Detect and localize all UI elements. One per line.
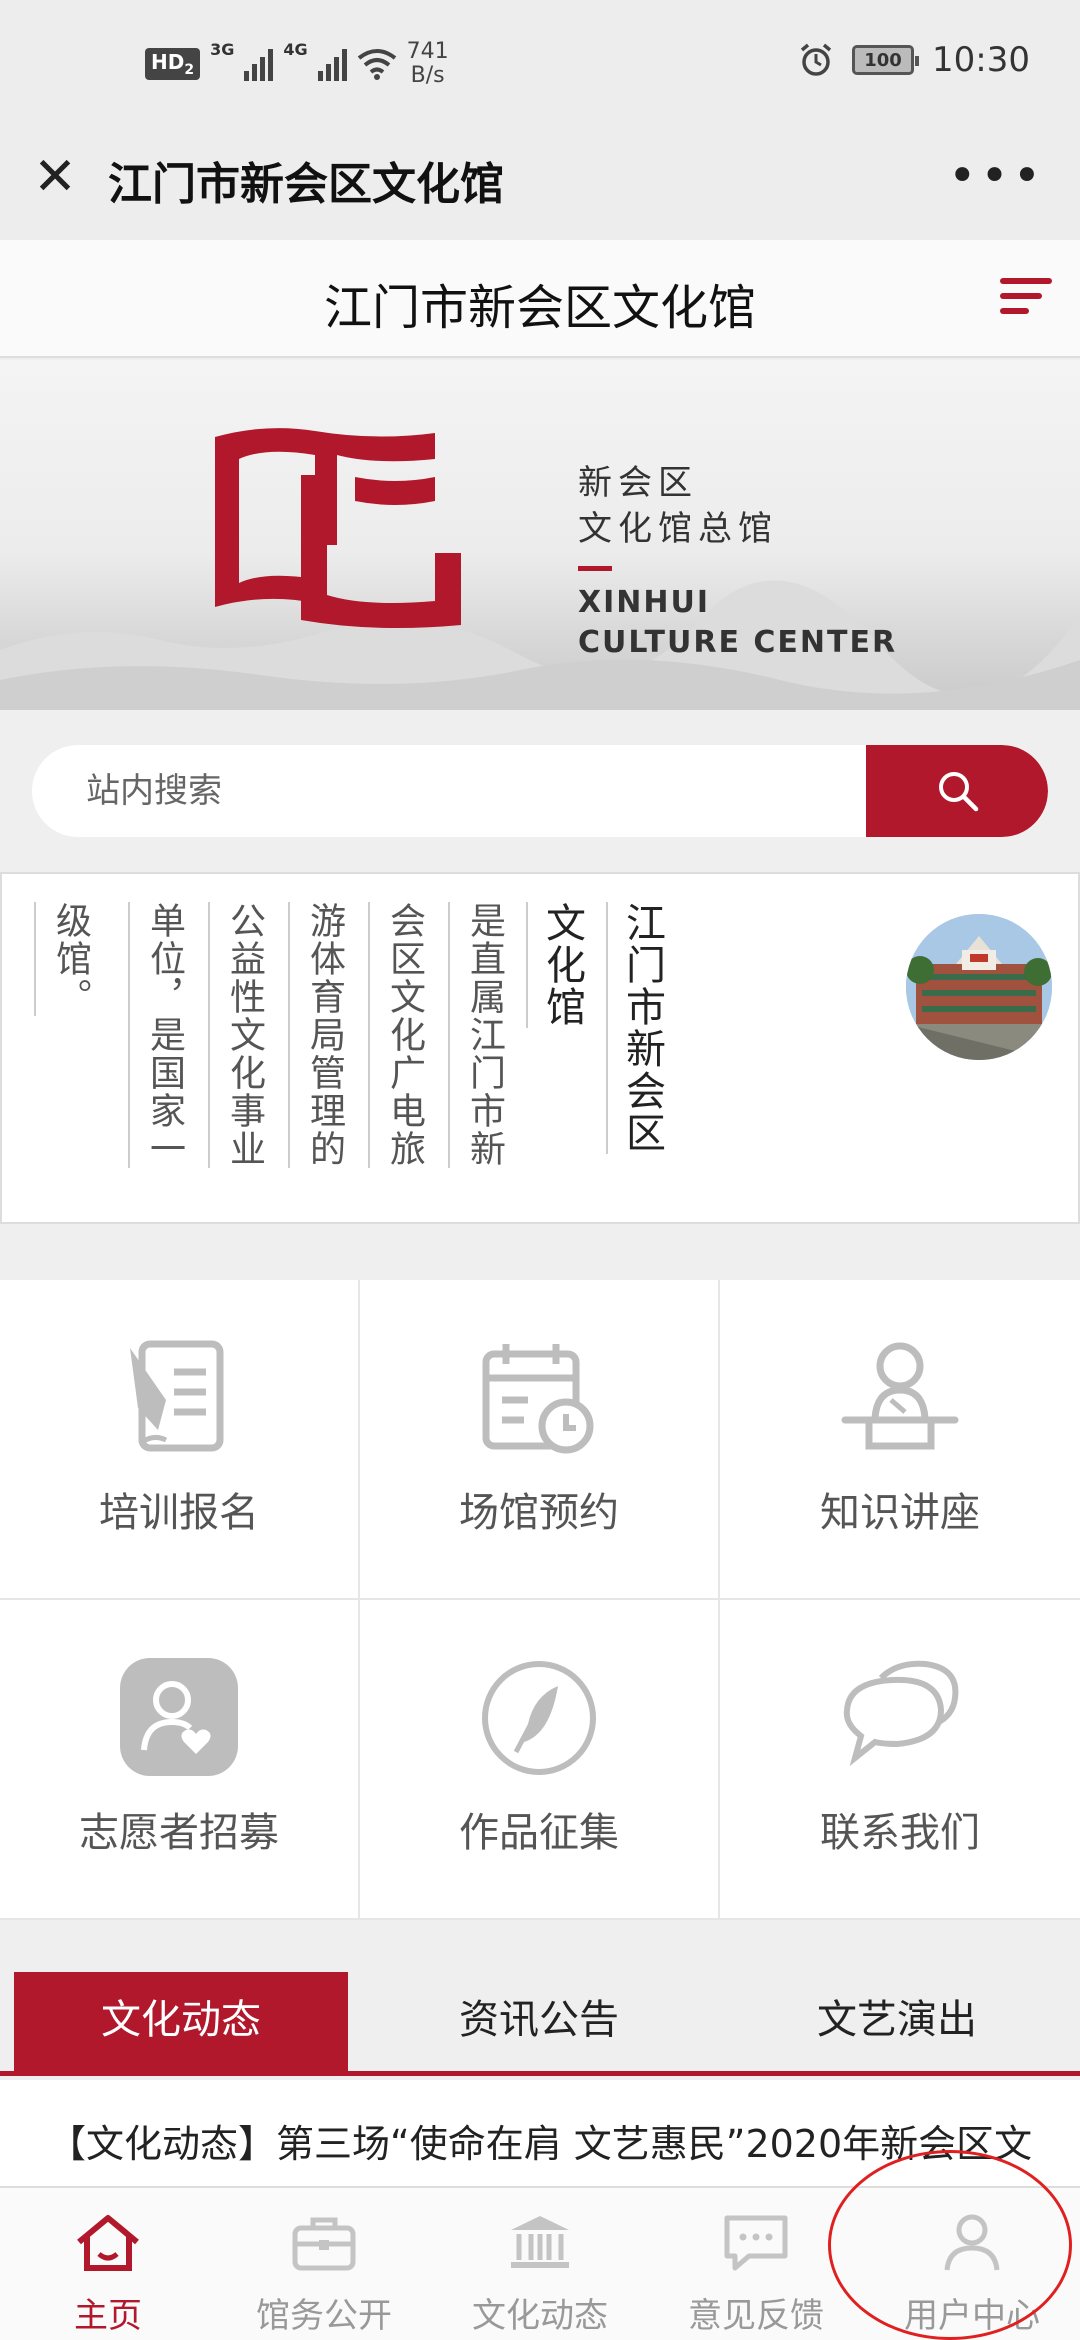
grid-item-label: 志愿者招募 — [79, 1810, 279, 1856]
wechat-title-bar: ✕ 江门市新会区文化馆 ••• — [0, 130, 1080, 240]
search-bar — [32, 745, 1048, 837]
intro-column: 公益性文化事业 — [208, 902, 266, 1168]
nav-item-home[interactable]: 主页 — [0, 2188, 216, 2340]
search-icon — [939, 772, 979, 812]
hd-badge: HD2 — [145, 48, 201, 80]
hero-banner: 新会区 文化馆总馆 XINHUI CULTURE CENTER — [0, 360, 1080, 710]
logo-divider — [578, 566, 612, 571]
intro-card[interactable]: 江门市新会区 文化馆 是直属江门市新 会区文化广电旅 游体育局管理的 公益性文化… — [0, 872, 1080, 1224]
intro-column: 游体育局管理的 — [288, 902, 346, 1168]
intro-column: 单位，是国家一 — [128, 902, 186, 1168]
clock: 10:30 — [932, 40, 1030, 80]
grid-item-label: 作品征集 — [459, 1810, 619, 1856]
volunteer-icon — [120, 1658, 238, 1776]
nav-label: 馆务公开 — [256, 2296, 392, 2336]
grid-item-lecture[interactable]: 知识讲座 — [720, 1280, 1080, 1600]
tab-announcements[interactable]: 资讯公告 — [372, 1972, 706, 2072]
intro-column: 会区文化广电旅 — [368, 902, 426, 1168]
grid-item-label: 场馆预约 — [459, 1490, 619, 1536]
logo-cn-line2: 文化馆总馆 — [578, 509, 778, 549]
user-icon — [944, 2214, 1000, 2271]
grid-item-works-collection[interactable]: 作品征集 — [360, 1600, 720, 1920]
briefcase-icon — [292, 2217, 356, 2271]
venue-booking-icon — [482, 1344, 594, 1454]
nav-label: 文化动态 — [472, 2296, 608, 2336]
signal-icon — [244, 47, 274, 81]
intro-column: 文化馆 — [526, 902, 585, 1028]
status-bar: HD2 3G 4G 741 B/s 100 10:30 — [0, 0, 1080, 130]
grid-item-contact-us[interactable]: 联系我们 — [720, 1600, 1080, 1920]
tab-culture-news[interactable]: 文化动态 — [14, 1972, 348, 2072]
network-3g-label: 3G — [210, 40, 235, 59]
culture-center-logo — [215, 428, 461, 629]
training-signup-icon — [130, 1340, 224, 1452]
mountain-backdrop — [0, 580, 1080, 710]
intro-column: 是直属江门市新 — [448, 902, 506, 1168]
search-input[interactable] — [32, 745, 862, 837]
logo-en-line2: CULTURE CENTER — [578, 625, 898, 660]
search-button[interactable] — [866, 745, 1048, 837]
more-options-icon[interactable]: ••• — [948, 148, 1045, 204]
intro-column: 江门市新会区 — [606, 902, 665, 1154]
site-title: 江门市新会区文化馆 — [323, 280, 756, 336]
grid-item-venue-booking[interactable]: 场馆预约 — [360, 1280, 720, 1600]
museum-icon — [511, 2216, 569, 2268]
network-4g-label: 4G — [283, 40, 308, 59]
alarm-icon — [800, 43, 832, 76]
site-header: 江门市新会区文化馆 — [0, 240, 1080, 358]
wifi-icon — [357, 49, 396, 80]
tab-performances[interactable]: 文艺演出 — [730, 1972, 1064, 2072]
logo-text: 新会区 文化馆总馆 XINHUI CULTURE CENTER — [578, 460, 897, 663]
nav-label: 主页 — [74, 2296, 142, 2336]
nav-item-feedback[interactable]: 意见反馈 — [648, 2188, 864, 2340]
grid-item-volunteer[interactable]: 志愿者招募 — [0, 1600, 360, 1920]
signal-icon — [317, 47, 347, 81]
nav-item-culture[interactable]: 文化动态 — [432, 2188, 648, 2340]
lecture-icon — [841, 1342, 959, 1450]
grid-item-training-signup[interactable]: 培训报名 — [0, 1280, 360, 1600]
message-icon — [724, 2215, 788, 2271]
venue-photo — [906, 914, 1052, 1060]
feather-icon — [482, 1661, 596, 1775]
menu-icon[interactable] — [1000, 278, 1052, 320]
nav-label: 意见反馈 — [688, 2296, 824, 2336]
status-left: HD2 3G 4G 741 B/s — [145, 40, 449, 88]
grid-item-label: 知识讲座 — [820, 1490, 980, 1536]
nav-label: 用户中心 — [904, 2296, 1040, 2336]
news-tabs: 文化动态 资讯公告 文艺演出 — [0, 1972, 1080, 2076]
home-icon — [77, 2215, 139, 2271]
intro-column: 级馆。 — [34, 902, 92, 1016]
network-speed: 741 B/s — [406, 39, 449, 88]
wechat-page-title: 江门市新会区文化馆 — [108, 159, 504, 210]
nav-item-affairs[interactable]: 馆务公开 — [216, 2188, 432, 2340]
nav-item-user-center[interactable]: 用户中心 — [864, 2188, 1080, 2340]
chat-bubbles-icon — [843, 1660, 959, 1767]
battery-indicator: 100 — [852, 45, 920, 75]
grid-item-label: 联系我们 — [820, 1810, 980, 1856]
status-right: 100 10:30 — [798, 40, 1030, 80]
bottom-nav: 主页 馆务公开 文化动态 意见反馈 用户中心 — [0, 2186, 1080, 2340]
feature-grid: 培训报名 场馆预约 知识讲座 志愿者招募 作品征集 联系我们 — [0, 1280, 1080, 1920]
grid-item-label: 培训报名 — [99, 1490, 259, 1536]
close-icon[interactable]: ✕ — [30, 151, 80, 203]
logo-en-line1: XINHUI — [578, 585, 711, 620]
logo-cn-line1: 新会区 — [578, 463, 698, 503]
